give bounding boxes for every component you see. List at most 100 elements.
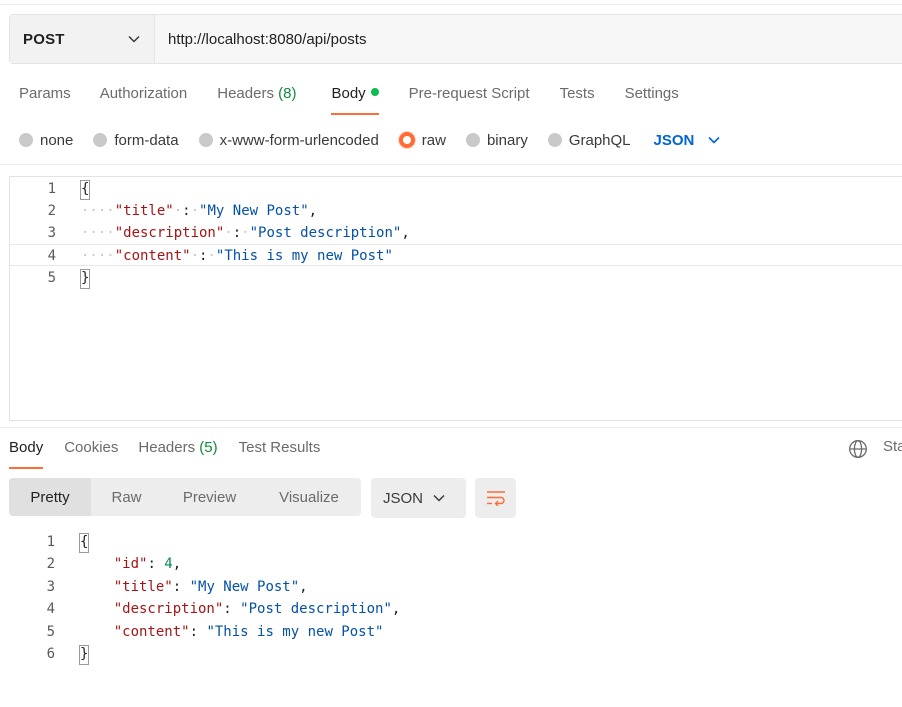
code-line: 3 ····"description"·:·"Post description"… [10, 222, 902, 244]
json-key: "description" [114, 225, 225, 241]
radio-binary-label: binary [486, 131, 528, 149]
radio-circle [465, 133, 480, 147]
line-number: 5 [47, 270, 56, 286]
status-label: Sta [883, 438, 902, 455]
json-value: "This is my new Post" [215, 248, 393, 264]
headers-count: (8) [278, 85, 297, 102]
json-key: "title" [113, 579, 173, 595]
tab-body-label: Body [331, 85, 366, 102]
wrap-lines-icon [486, 491, 505, 506]
radio-circle [93, 133, 108, 147]
view-visualize-button[interactable]: Visualize [257, 478, 361, 516]
radio-raw[interactable]: raw [398, 131, 446, 149]
json-value: "My New Post" [189, 579, 300, 595]
wrap-lines-button[interactable] [475, 478, 516, 518]
radio-raw-label: raw [421, 131, 446, 149]
response-tabs: Body Cookies Headers (5) Test Results [9, 437, 321, 469]
radio-urlencoded[interactable]: x-www-form-urlencoded [198, 131, 379, 149]
code-line: 1 { [9, 531, 902, 553]
chevron-down-icon [708, 136, 720, 144]
line-number: 3 [46, 579, 55, 595]
json-key: "content" [114, 248, 191, 264]
response-tab-cookies[interactable]: Cookies [64, 437, 118, 469]
code-line: 5 "content": "This is my new Post" [9, 621, 902, 643]
radio-graphql-label: GraphQL [568, 131, 631, 149]
globe-icon[interactable] [848, 439, 868, 459]
code-line: 4 "description": "Post description", [9, 598, 902, 620]
radio-circle [19, 133, 33, 147]
view-pretty-button[interactable]: Pretty [9, 478, 91, 516]
json-key: "title" [114, 203, 174, 219]
radio-urlencoded-label: x-www-form-urlencoded [219, 131, 379, 149]
url-value: http://localhost:8080/api/posts [168, 30, 367, 48]
code-line-current: 4 ····"content"·:·"This is my new Post" [10, 244, 902, 266]
body-active-dot [370, 88, 379, 96]
response-tab-test-results[interactable]: Test Results [239, 437, 321, 469]
chevron-down-icon [433, 494, 445, 502]
code-line: 5 } [10, 267, 902, 289]
section-divider [0, 427, 902, 428]
response-headers-count: (5) [199, 439, 218, 456]
line-number: 2 [47, 203, 56, 219]
url-input[interactable]: http://localhost:8080/api/posts [155, 15, 902, 63]
response-tab-body[interactable]: Body [9, 437, 44, 469]
radio-binary[interactable]: binary [465, 131, 528, 149]
radio-graphql[interactable]: GraphQL [547, 131, 631, 149]
response-tab-headers-label: Headers [138, 439, 196, 456]
code-text: } [78, 643, 90, 665]
radio-circle [547, 133, 562, 147]
code-text: } [79, 267, 91, 289]
json-value: "Post description" [240, 601, 392, 617]
tab-params[interactable]: Params [19, 83, 71, 115]
view-preview-button[interactable]: Preview [162, 478, 257, 516]
code-text: ····"description"·:·"Post description", [81, 225, 410, 241]
line-number: 5 [46, 624, 55, 640]
json-value: "My New Post" [199, 203, 309, 219]
code-text: ····"title"·:·"My New Post", [81, 203, 318, 219]
radio-form-data[interactable]: form-data [93, 132, 179, 149]
tab-authorization[interactable]: Authorization [100, 83, 188, 115]
tab-prerequest-script[interactable]: Pre-request Script [409, 83, 530, 115]
line-number: 4 [46, 601, 55, 617]
raw-format-select[interactable]: JSON [654, 132, 721, 149]
line-number: 6 [46, 646, 55, 662]
json-key: "content" [113, 624, 190, 640]
request-url-bar: POST http://localhost:8080/api/posts [9, 14, 902, 64]
json-key: "id" [113, 556, 148, 572]
body-type-options: none form-data x-www-form-urlencoded raw… [19, 128, 720, 152]
tab-headers[interactable]: Headers (8) [217, 83, 296, 115]
tab-body[interactable]: Body [331, 83, 379, 115]
method-select[interactable]: POST [10, 15, 155, 63]
raw-format-label: JSON [653, 131, 695, 149]
open-brace: { [79, 180, 91, 200]
tab-tests[interactable]: Tests [560, 83, 595, 115]
request-body-editor[interactable]: 1 { 2 ····"title"·:·"My New Post", 3 ···… [9, 176, 902, 421]
line-number: 3 [47, 225, 56, 241]
code-line: 3 "title": "My New Post", [9, 576, 902, 598]
request-tabs: Params Authorization Headers (8) Body Pr… [19, 83, 679, 115]
radio-none[interactable]: none [19, 132, 73, 149]
radio-circle-selected [398, 132, 415, 148]
code-text: "content": "This is my new Post" [113, 624, 384, 640]
response-tab-headers[interactable]: Headers (5) [138, 437, 217, 469]
response-format-select[interactable]: JSON [371, 478, 466, 518]
code-line: 2 "id": 4, [9, 553, 902, 575]
radio-circle [198, 133, 213, 147]
tab-settings[interactable]: Settings [625, 83, 679, 115]
response-body-viewer[interactable]: 1 { 2 "id": 4, 3 "title": "My New Post",… [9, 530, 902, 680]
code-line: 1 { [10, 178, 902, 200]
code-text: { [78, 531, 90, 553]
code-text: { [79, 178, 91, 200]
top-divider [0, 4, 902, 5]
code-text: "description": "Post description", [113, 601, 401, 617]
json-value: 4 [164, 556, 173, 572]
close-brace: } [79, 269, 91, 289]
view-raw-button[interactable]: Raw [91, 478, 162, 516]
line-number: 1 [47, 181, 56, 197]
tab-headers-label: Headers [217, 85, 274, 102]
response-format-label: JSON [383, 489, 424, 507]
line-number: 2 [46, 556, 55, 572]
json-value: "Post description" [249, 225, 402, 241]
line-number: 1 [46, 534, 55, 550]
radio-none-label: none [40, 131, 74, 149]
